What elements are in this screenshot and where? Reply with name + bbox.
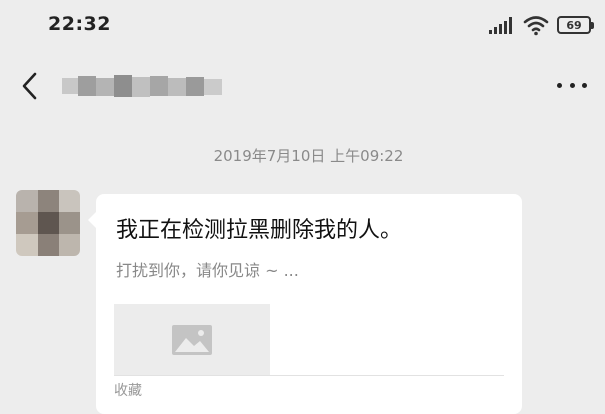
message-timestamp: 2019年7月10日 上午09:22: [213, 147, 404, 165]
image-placeholder-icon: [172, 325, 212, 355]
avatar[interactable]: [16, 190, 80, 256]
battery-level: 69: [566, 18, 582, 32]
wifi-icon: [523, 16, 549, 36]
signal-icon: [489, 16, 515, 34]
battery-icon: 69: [557, 16, 594, 34]
card-thumbnail: [114, 304, 270, 376]
contact-name-blurred: [62, 75, 222, 97]
status-time: 22:32: [48, 13, 111, 35]
chevron-left-icon[interactable]: [16, 69, 44, 103]
status-icons: 69: [489, 14, 594, 36]
message-link-card[interactable]: 我正在检测拉黑删除我的人。 打扰到你，请你见谅 ~ ... 收藏: [88, 194, 522, 414]
chat-header: [0, 52, 605, 122]
status-bar: 22:32 69: [0, 0, 605, 52]
card-source-label: 收藏: [114, 383, 142, 399]
card-title: 我正在检测拉黑删除我的人。: [116, 218, 403, 243]
card-description: 打扰到你，请你见谅 ~ ...: [116, 261, 299, 280]
card-divider: [114, 375, 504, 376]
more-horizontal-icon[interactable]: [557, 78, 587, 92]
